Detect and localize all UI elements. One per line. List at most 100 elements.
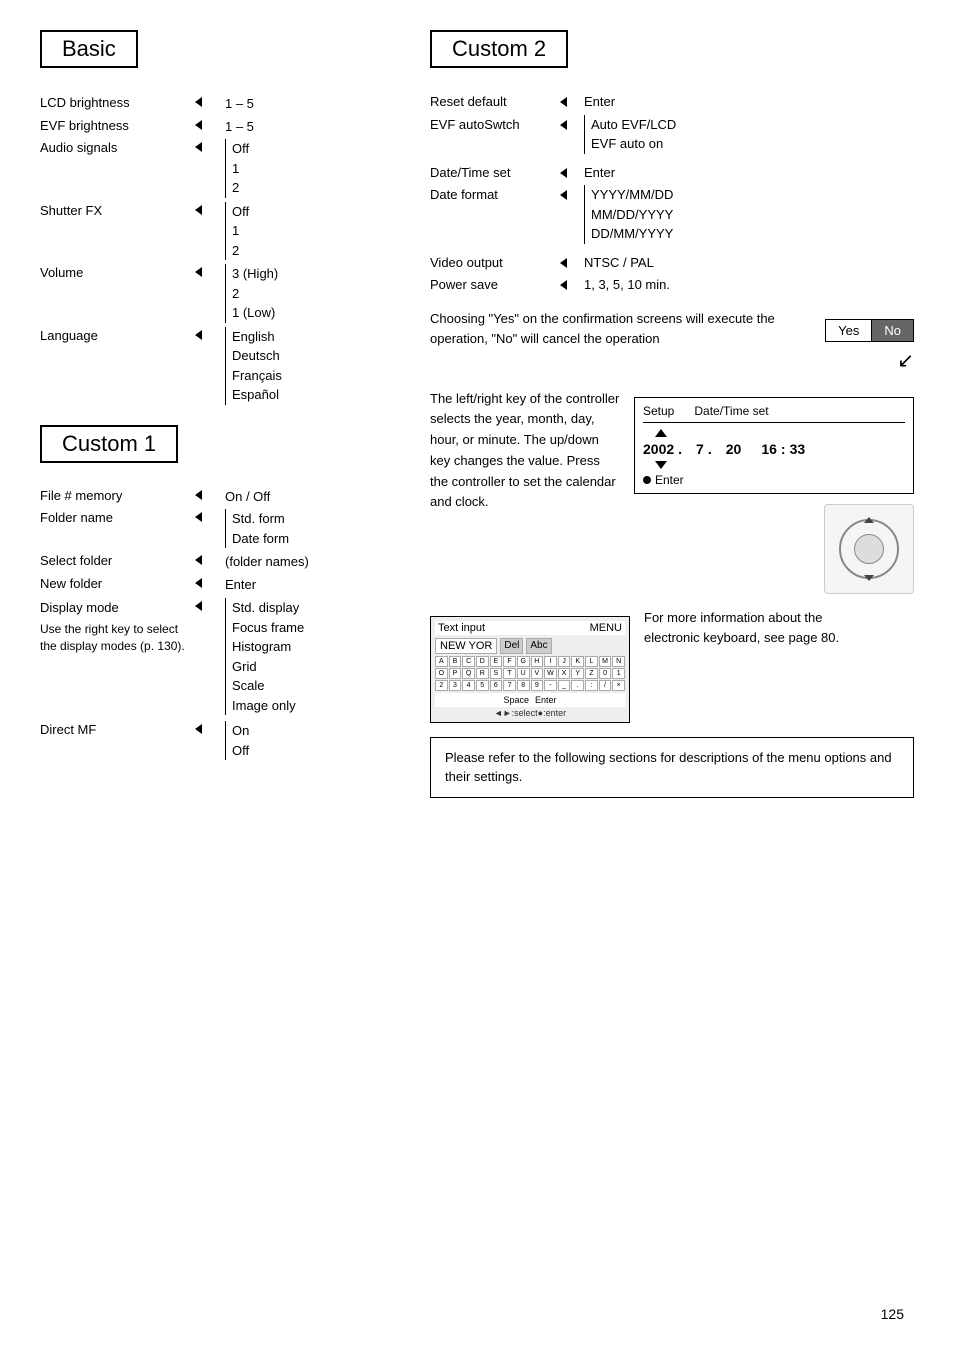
key-y[interactable]: Y — [571, 668, 584, 679]
key-q[interactable]: Q — [462, 668, 475, 679]
page-number: 125 — [881, 1306, 904, 1322]
key-1[interactable]: 1 — [612, 668, 625, 679]
key-5[interactable]: 5 — [476, 680, 489, 691]
arrow-icon — [195, 578, 202, 588]
select-folder-arrow — [195, 552, 225, 565]
datetime-day: 20 — [726, 441, 742, 457]
arrow-icon — [195, 512, 202, 522]
key-z[interactable]: Z — [585, 668, 598, 679]
key-f[interactable]: F — [503, 656, 516, 667]
key-dot[interactable]: . — [571, 680, 584, 691]
main-layout: Basic LCD brightness 1 – 5 EVF brightnes… — [40, 30, 914, 798]
arrow-icon — [560, 97, 567, 107]
key-9[interactable]: 9 — [531, 680, 544, 691]
direct-mf-row: Direct MF On Off — [40, 721, 410, 760]
yes-button[interactable]: Yes — [826, 320, 872, 341]
key-j[interactable]: J — [558, 656, 571, 667]
key-3[interactable]: 3 — [449, 680, 462, 691]
left-column: Basic LCD brightness 1 – 5 EVF brightnes… — [40, 30, 410, 798]
select-folder-label: Select folder — [40, 552, 195, 568]
key-c[interactable]: C — [462, 656, 475, 667]
arrow-icon — [195, 330, 202, 340]
yes-no-buttons: Yes No — [825, 319, 914, 342]
key-i[interactable]: I — [544, 656, 557, 667]
key-k[interactable]: K — [571, 656, 584, 667]
key-8[interactable]: 8 — [517, 680, 530, 691]
file-memory-arrow — [195, 487, 225, 500]
key-h[interactable]: H — [531, 656, 544, 667]
key-x2[interactable]: × — [612, 680, 625, 691]
datetime-set-arrow — [560, 163, 584, 178]
keyboard-space-btn[interactable]: Space — [503, 695, 529, 705]
key-2[interactable]: 2 — [435, 680, 448, 691]
key-x[interactable]: X — [558, 668, 571, 679]
keyboard-bottom-bar: Space Enter — [435, 693, 625, 707]
keyboard-input-text: NEW YOR — [435, 638, 497, 654]
keyboard-input-row: NEW YOR Del Abc — [435, 638, 625, 654]
folder-name-arrow — [195, 509, 225, 522]
lcd-brightness-label: LCD brightness — [40, 94, 195, 110]
lcd-brightness-val: 1 – 5 — [225, 94, 410, 114]
key-v[interactable]: V — [531, 668, 544, 679]
datetime-up-arrow-icon — [655, 429, 667, 437]
direct-mf-arrow — [195, 721, 225, 734]
keyboard-menu-label: MENU — [590, 622, 622, 634]
key-w[interactable]: W — [544, 668, 557, 679]
basic-section-header: Basic — [40, 30, 138, 68]
video-output-row: Video output NTSC / PAL — [430, 253, 914, 273]
key-underscore[interactable]: _ — [558, 680, 571, 691]
key-r[interactable]: R — [476, 668, 489, 679]
language-row: Language English Deutsch Français Españo… — [40, 327, 410, 405]
date-format-arrow — [560, 185, 584, 200]
date-format-values: YYYY/MM/DD MM/DD/YYYY DD/MM/YYYY — [584, 185, 914, 244]
keyboard-abc-btn[interactable]: Abc — [526, 638, 551, 654]
key-slash[interactable]: / — [599, 680, 612, 691]
datetime-year: 2002 — [643, 441, 674, 457]
keyboard-section: Text input MENU NEW YOR Del Abc A B — [430, 608, 914, 723]
key-o[interactable]: O — [435, 668, 448, 679]
key-l[interactable]: L — [585, 656, 598, 667]
key-colon[interactable]: : — [585, 680, 598, 691]
key-g[interactable]: G — [517, 656, 530, 667]
key-d[interactable]: D — [476, 656, 489, 667]
new-folder-label: New folder — [40, 575, 195, 591]
arrow-icon — [195, 267, 202, 277]
datetime-hour: 16 — [761, 441, 777, 457]
key-0[interactable]: 0 — [599, 668, 612, 679]
audio-signals-row: Audio signals Off 1 2 — [40, 139, 410, 198]
key-b[interactable]: B — [449, 656, 462, 667]
datetime-header-title: Date/Time set — [694, 404, 768, 418]
keyboard-title-bar: Text input MENU — [435, 621, 625, 635]
power-save-row: Power save 1, 3, 5, 10 min. — [430, 275, 914, 295]
arrow-down-right-icon: ↙ — [897, 348, 914, 373]
key-e[interactable]: E — [490, 656, 503, 667]
arrow-icon — [195, 724, 202, 734]
evf-brightness-row: EVF brightness 1 – 5 — [40, 117, 410, 137]
datetime-panel-header: Setup Date/Time set — [643, 404, 905, 423]
key-u[interactable]: U — [517, 668, 530, 679]
key-p[interactable]: P — [449, 668, 462, 679]
key-6[interactable]: 6 — [490, 680, 503, 691]
key-t[interactable]: T — [503, 668, 516, 679]
controller-illustration — [824, 504, 914, 594]
key-a[interactable]: A — [435, 656, 448, 667]
key-7[interactable]: 7 — [503, 680, 516, 691]
key-4[interactable]: 4 — [462, 680, 475, 691]
key-s[interactable]: S — [490, 668, 503, 679]
page-container: Basic LCD brightness 1 – 5 EVF brightnes… — [0, 0, 954, 1352]
file-memory-label: File # memory — [40, 487, 195, 503]
key-m[interactable]: M — [599, 656, 612, 667]
left-right-note: The left/right key of the controller sel… — [430, 389, 620, 514]
key-n[interactable]: N — [612, 656, 625, 667]
volume-arrow — [195, 264, 225, 277]
no-button[interactable]: No — [872, 320, 913, 341]
custom2-section-header: Custom 2 — [430, 30, 568, 68]
key-dash[interactable]: - — [544, 680, 557, 691]
keyboard-del-btn[interactable]: Del — [500, 638, 523, 654]
datetime-set-row: Date/Time set Enter — [430, 163, 914, 183]
datetime-set-values: Enter — [584, 163, 914, 183]
keyboard-hint: ◄►:select●:enter — [435, 708, 625, 718]
keyboard-enter-btn[interactable]: Enter — [535, 695, 557, 705]
select-folder-row: Select folder (folder names) — [40, 552, 410, 572]
video-output-values: NTSC / PAL — [584, 253, 914, 273]
